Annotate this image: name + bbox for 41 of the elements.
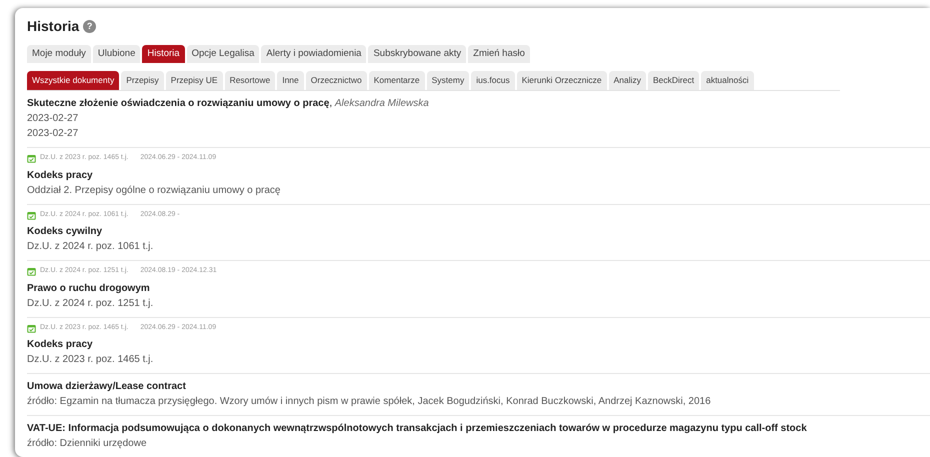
tab[interactable]: Resortowe <box>224 71 276 90</box>
act-subtitle: Dz.U. z 2023 r. poz. 1465 t.j. <box>27 353 154 368</box>
act-subtitle: Dz.U. z 2024 r. poz. 1251 t.j. <box>27 296 154 311</box>
calendar-check-icon <box>27 324 36 333</box>
tab[interactable]: Komentarze <box>368 71 425 90</box>
tab[interactable]: Alerty i powiadomienia <box>261 45 366 64</box>
act-title[interactable]: Kodeks cywilny <box>27 224 930 240</box>
act-subtitle: Oddział 2. Przepisy ogólne o rozwiązaniu umowy o pracę <box>27 184 282 198</box>
document-title[interactable]: Umowa dzierżawy/Lease contract <box>27 379 930 394</box>
tab[interactable]: Opcje Legalisa <box>186 45 260 64</box>
act-title[interactable]: Kodeks pracy <box>27 337 930 352</box>
act-title[interactable]: Kodeks pracy <box>27 168 930 183</box>
tab[interactable]: Kierunki Orzecznicze <box>516 71 607 90</box>
page-title: Historia <box>27 17 80 36</box>
tab[interactable]: Historia <box>142 45 185 64</box>
source-text: źródło: Egzamin na tłumacza przysięgłego. Wzory umów i innych pism w prawie spółek, Jacek Bogudziński, Konrad Buczkowski, Andrzej Kaznowski, 2016 <box>27 395 712 410</box>
tab[interactable]: Inne <box>277 71 304 90</box>
date-text: 2023-02-27 <box>27 127 80 142</box>
calendar-check-icon <box>27 267 36 276</box>
document-title[interactable]: Skuteczne złożenie oświadczenia o rozwiązaniu umowy o pracę, Aleksandra Milewska <box>27 96 930 112</box>
tab[interactable]: ius.focus <box>471 71 515 90</box>
tab[interactable]: BeckDirect <box>648 71 700 90</box>
tab[interactable]: Subskrybowane akty <box>368 45 466 64</box>
help-button[interactable]: ? <box>83 20 96 33</box>
calendar-check-icon <box>27 154 36 164</box>
calendar-check-icon <box>27 210 36 220</box>
tab[interactable]: Ulubione <box>92 45 140 64</box>
tab[interactable]: aktualności <box>701 71 754 90</box>
act-subtitle: Dz.U. z 2024 r. poz. 1061 t.j. <box>27 240 154 254</box>
source-text: źródło: Dzienniki urzędowe <box>27 437 148 452</box>
tab[interactable]: Zmień hasło <box>468 45 530 64</box>
tab[interactable]: Przepisy UE <box>166 71 223 90</box>
tab[interactable]: Moje moduły <box>27 45 91 64</box>
tab[interactable]: Orzecznictwo <box>306 71 367 90</box>
tab[interactable]: Systemy <box>426 71 470 90</box>
act-title[interactable]: Prawo o ruchu drogowym <box>27 280 930 296</box>
date-text: 2023-02-27 <box>27 112 80 126</box>
tab[interactable]: Przepisy <box>121 71 164 90</box>
tab[interactable]: Wszystkie dokumenty <box>27 71 120 90</box>
document-title[interactable]: VAT-UE: Informacja podsumowująca o dokonanych wewnątrzwspólnotowych transakcjach i przemieszczeniach towarów w procedurze magazynu typu call-off stock <box>27 421 930 436</box>
tab[interactable]: Analizy <box>608 71 646 90</box>
